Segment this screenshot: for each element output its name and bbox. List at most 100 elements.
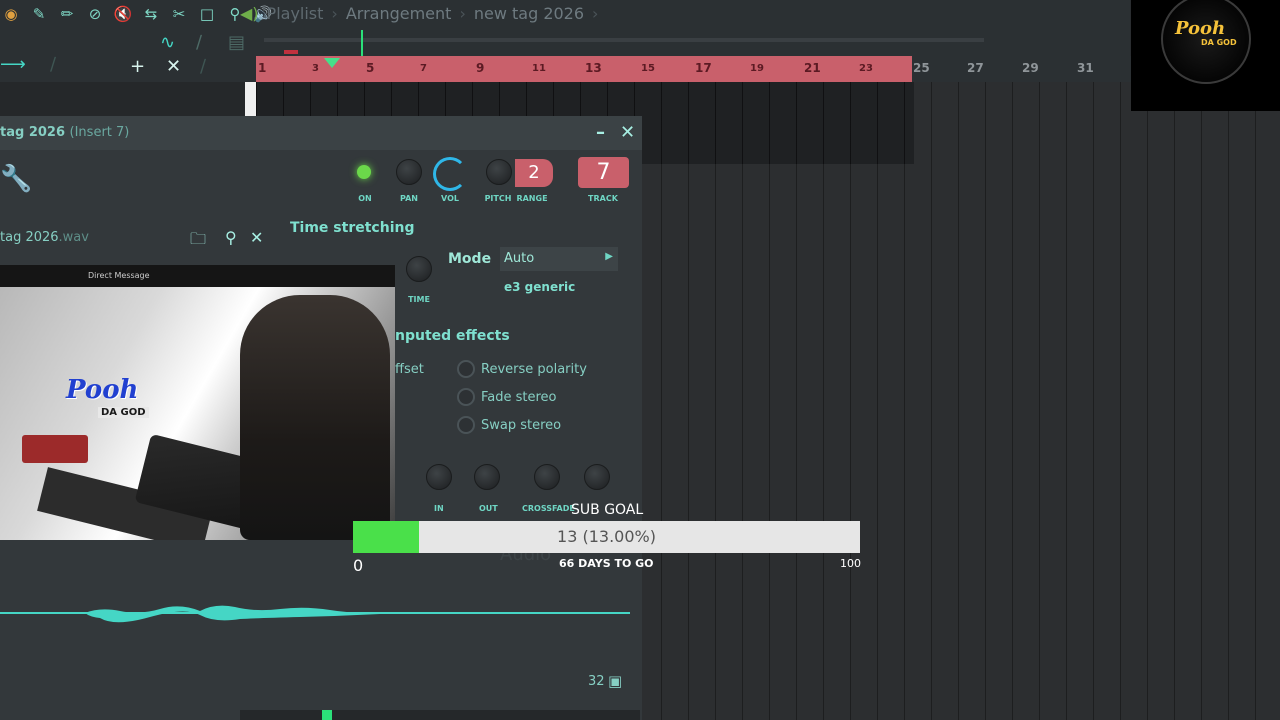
track-label: TRACK xyxy=(588,194,618,203)
playhead-marker[interactable] xyxy=(324,58,340,68)
ruler-tick: 1 xyxy=(258,61,267,75)
fade-stereo-option[interactable]: Fade stereo xyxy=(457,388,557,406)
crossfade-knob[interactable] xyxy=(534,464,560,490)
sample-file-name: tag 2026 xyxy=(0,230,59,245)
sample-file[interactable]: tag 2026.wav xyxy=(0,230,89,245)
waveform-icon[interactable]: ∿ xyxy=(160,32,175,53)
channel-title-bar[interactable]: tag 2026 (Insert 7) – ✕ xyxy=(0,116,642,150)
reverse-polarity-option[interactable]: Reverse polarity xyxy=(457,360,587,378)
waveform-shape xyxy=(85,605,380,623)
ruler-tick: 29 xyxy=(1022,61,1039,75)
ruler-tick: 5 xyxy=(366,61,375,75)
zoom-value[interactable]: 32 xyxy=(588,674,605,689)
select-icon[interactable]: □ xyxy=(196,3,218,25)
edit-icon[interactable]: ∕ xyxy=(200,56,206,77)
breadcrumb-arrangement[interactable]: Arrangement xyxy=(346,4,452,23)
webcam-person xyxy=(240,295,390,540)
swap-stereo-label: Swap stereo xyxy=(481,417,562,433)
waveform-display[interactable] xyxy=(0,598,630,628)
pitch-knob[interactable] xyxy=(486,159,512,185)
remove-sample-icon[interactable]: ✕ xyxy=(250,228,263,247)
breadcrumb-separator: › xyxy=(331,4,338,23)
pencil-icon[interactable]: ∕ xyxy=(50,54,56,75)
webcam-title-bar: Direct Message xyxy=(0,265,395,287)
snap-grid-icon[interactable]: ▣ xyxy=(608,672,622,690)
mode-select[interactable]: Auto ▶ xyxy=(500,247,618,271)
speaker-icon[interactable]: ◀) xyxy=(240,4,259,23)
swap-stereo-option[interactable]: Swap stereo xyxy=(457,416,561,434)
reverse-polarity-label: Reverse polarity xyxy=(481,361,587,377)
in-label: IN xyxy=(434,504,444,513)
range-value[interactable]: 2 xyxy=(515,159,553,187)
track-header[interactable] xyxy=(0,82,245,116)
ruler-tick: 13 xyxy=(585,61,602,75)
brush-icon[interactable]: ✏ xyxy=(56,3,78,25)
on-toggle[interactable] xyxy=(357,165,371,179)
extra-knob[interactable] xyxy=(584,464,610,490)
folder-icon[interactable]: 🗀 xyxy=(190,228,206,255)
ruler-tick: 31 xyxy=(1077,61,1094,75)
logo-name: Pooh xyxy=(1175,18,1226,39)
breadcrumb-project[interactable]: new tag 2026 xyxy=(474,4,584,23)
ruler-tick: 9 xyxy=(476,61,485,75)
webcam-logo-sub: DA GOD xyxy=(98,407,149,418)
sub-goal-progress-bar: 13 (13.00%) xyxy=(353,521,860,553)
time-label: TIME xyxy=(408,295,430,304)
close-icon[interactable]: ✕ xyxy=(620,122,635,143)
precomputed-effects-heading: nputed effects xyxy=(395,328,510,344)
breadcrumb-playlist[interactable]: Playlist xyxy=(267,4,324,23)
minimize-icon[interactable]: – xyxy=(596,122,605,143)
sub-goal-max: 100 xyxy=(840,557,861,570)
mute-icon[interactable]: 🔇 xyxy=(112,3,134,25)
add-icon[interactable]: + xyxy=(130,56,145,77)
song-position-track[interactable] xyxy=(260,28,1130,56)
sub-goal-title: SUB GOAL xyxy=(571,502,644,518)
playhead-line[interactable] xyxy=(361,30,363,56)
in-knob[interactable] xyxy=(426,464,452,490)
snap-icon[interactable]: ◉ xyxy=(0,3,22,25)
sample-file-ext: .wav xyxy=(58,230,89,245)
out-label: OUT xyxy=(479,504,498,513)
channel-insert: (Insert 7) xyxy=(69,125,130,140)
range-label: RANGE xyxy=(516,194,548,203)
crossfade-label: CROSSFADE xyxy=(522,504,575,513)
on-label: ON xyxy=(358,194,372,203)
swap-stereo-radio[interactable] xyxy=(457,416,475,434)
sub-goal-days-left: 66 DAYS TO GO xyxy=(559,557,654,570)
position-slider[interactable] xyxy=(264,38,984,42)
ruler-tick: 17 xyxy=(695,61,712,75)
out-knob[interactable] xyxy=(474,464,500,490)
paint-icon[interactable]: ✎ xyxy=(28,3,50,25)
time-stretching-heading: Time stretching xyxy=(290,220,415,236)
slice-icon[interactable]: ✂ xyxy=(168,3,190,25)
mode-value: Auto xyxy=(504,251,535,266)
ruler-tick: 11 xyxy=(532,63,546,74)
webcam-window-title: Direct Message xyxy=(88,271,150,280)
arrow-icon[interactable]: ⟶ xyxy=(0,54,26,75)
wrench-icon[interactable]: 🔧 xyxy=(0,164,32,194)
time-knob[interactable] xyxy=(406,256,432,282)
sub-goal-min: 0 xyxy=(353,556,364,575)
slip-icon[interactable]: ⇆ xyxy=(140,3,162,25)
timeline-ruler[interactable]: 1 3 5 7 9 11 13 15 17 19 21 23 25 27 29 … xyxy=(256,56,1280,82)
locate-icon[interactable]: ⚲ xyxy=(225,228,237,247)
delete-icon[interactable]: ⊘ xyxy=(84,3,106,25)
pan-knob[interactable] xyxy=(396,159,422,185)
fade-stereo-radio[interactable] xyxy=(457,388,475,406)
link-icon[interactable]: ∕ xyxy=(196,32,202,53)
sub-goal-progress-text: 13 (13.00%) xyxy=(557,527,656,546)
scroll-thumb[interactable] xyxy=(322,710,332,720)
ruler-tick: 19 xyxy=(750,63,764,74)
bottom-scrollbar[interactable] xyxy=(240,710,640,720)
reverse-polarity-radio[interactable] xyxy=(457,360,475,378)
piano-icon[interactable]: ▤ xyxy=(228,32,245,53)
ruler-tick: 27 xyxy=(967,61,984,75)
channel-name: tag 2026 xyxy=(0,125,65,140)
fade-stereo-label: Fade stereo xyxy=(481,389,557,405)
mode-subtext: e3 generic xyxy=(504,280,576,294)
volume-knob[interactable] xyxy=(433,157,467,191)
ruler-tick: 23 xyxy=(859,63,873,74)
close-icon[interactable]: ✕ xyxy=(166,56,181,77)
track-value[interactable]: 7 xyxy=(578,157,629,188)
mode-label: Mode xyxy=(448,251,492,267)
